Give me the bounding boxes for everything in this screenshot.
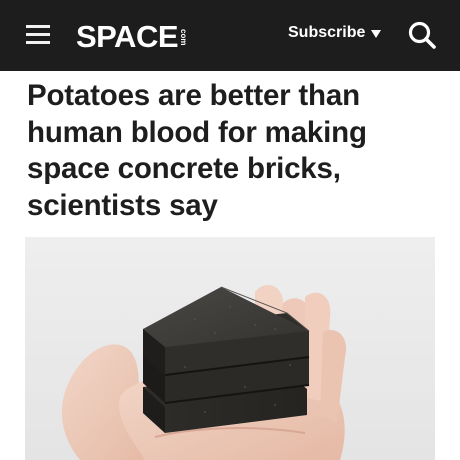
site-logo[interactable]: SPACE com [76, 16, 189, 56]
article-headline: Potatoes are better than human blood for… [27, 79, 367, 222]
top-navigation-bar: SPACE com Subscribe [0, 0, 460, 71]
logo-domain-suffix: com [179, 28, 189, 46]
hamburger-menu-icon[interactable] [26, 25, 50, 45]
article-hero-image [25, 237, 435, 460]
logo-wordmark: SPACE [76, 18, 179, 54]
caret-down-icon [371, 29, 382, 38]
search-icon[interactable] [407, 20, 437, 50]
subscribe-button[interactable]: Subscribe [288, 24, 382, 42]
subscribe-label: Subscribe [288, 24, 366, 41]
